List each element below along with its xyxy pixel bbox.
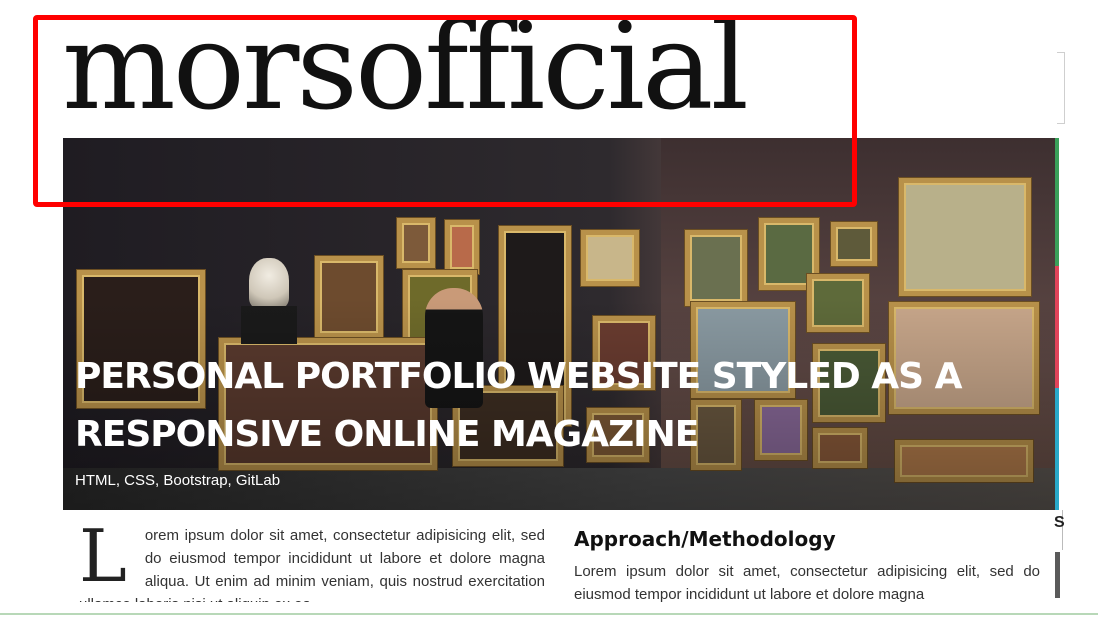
category-strip-green[interactable] [1055, 138, 1059, 266]
approach-heading: Approach/Methodology [574, 527, 836, 551]
painting-pale-landscape [899, 178, 1031, 296]
painting-pale [581, 230, 639, 286]
hero-tags: HTML, CSS, Bootstrap, GitLab [75, 472, 281, 489]
partial-search-box[interactable] [1057, 52, 1065, 124]
sidebar-thumbnail-edge[interactable] [1055, 552, 1060, 598]
painting-still-life [831, 222, 877, 266]
painting-small-3 [445, 220, 479, 274]
approach-paragraph: Lorem ipsum dolor sit amet, consectetur … [574, 563, 1040, 602]
category-strip-blue[interactable] [1055, 388, 1059, 510]
drop-cap: L [79, 524, 127, 598]
painting-landscape-1 [685, 230, 747, 306]
intro-paragraph: orem ipsum dolor sit amet, consectetur a… [79, 527, 545, 602]
hero-title[interactable]: PERSONAL PORTFOLIO WEBSITE STYLED AS A R… [75, 348, 975, 464]
annotation-highlight-box [33, 15, 857, 207]
approach-section: Approach/Methodology Lorem ipsum dolor s… [574, 526, 1040, 602]
painting-small-2 [397, 218, 435, 268]
category-strip-red[interactable] [1055, 266, 1059, 388]
article-intro: L orem ipsum dolor sit amet, consectetur… [79, 524, 545, 602]
sidebar-partial-heading: S [1054, 514, 1065, 531]
page-divider [0, 613, 1098, 615]
